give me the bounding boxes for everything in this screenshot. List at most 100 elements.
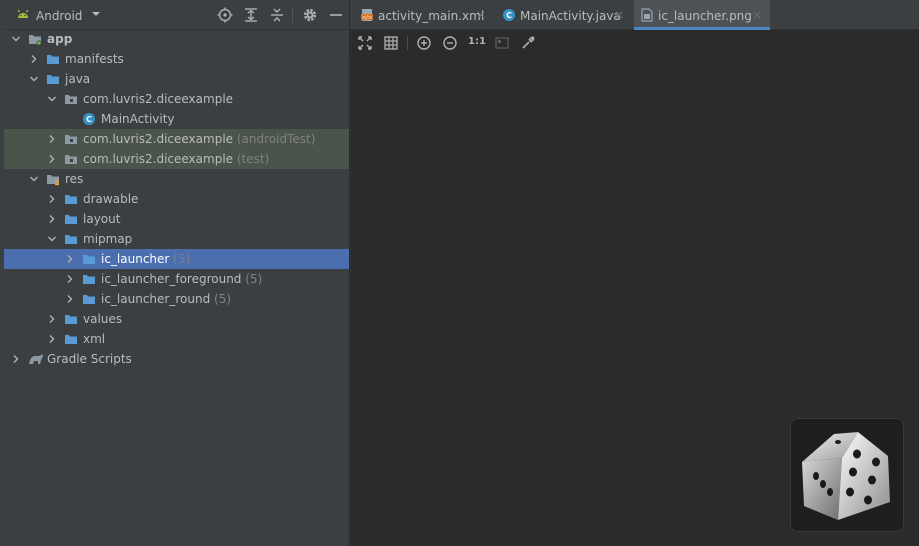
- chevron-right-icon[interactable]: [46, 313, 58, 325]
- actual-size-button[interactable]: 1:1: [468, 36, 486, 47]
- chevron-down-icon[interactable]: [46, 93, 58, 105]
- tab-label: activity_main.xml: [378, 9, 485, 23]
- tree-node-ic-launcher-foreground[interactable]: ic_launcher_foreground (5): [4, 269, 349, 289]
- tree-node-mipmap[interactable]: mipmap: [4, 229, 349, 249]
- tree-node-label: manifests: [65, 52, 124, 66]
- hide-panel-icon[interactable]: [328, 7, 344, 23]
- editor-tab-bar: </> activity_main.xml × C MainActivity.java ×…: [350, 0, 919, 30]
- tree-node-com-luvris2-diceexample[interactable]: com.luvris2.diceexample (test): [4, 149, 349, 169]
- collapse-all-icon[interactable]: [269, 7, 285, 23]
- chevron-right-icon[interactable]: [10, 353, 22, 365]
- chevron-right-icon[interactable]: [46, 153, 58, 165]
- tree-node-label: Gradle Scripts: [47, 352, 132, 366]
- res-folder-icon: [46, 172, 60, 186]
- close-icon[interactable]: ×: [752, 8, 762, 22]
- project-panel-header: Android: [4, 0, 349, 30]
- view-mode-selector[interactable]: Android: [36, 9, 82, 23]
- grid-icon[interactable]: [383, 35, 399, 51]
- zoom-out-icon[interactable]: [442, 35, 458, 51]
- close-icon[interactable]: ×: [614, 8, 624, 22]
- tree-node-drawable[interactable]: drawable: [4, 189, 349, 209]
- tree-node-suffix: (androidTest): [233, 132, 316, 146]
- folder-icon: [64, 212, 78, 226]
- svg-text:</>: </>: [362, 15, 372, 21]
- image-file-icon: [640, 8, 654, 25]
- zoom-in-icon[interactable]: [416, 35, 432, 51]
- package-icon: [64, 92, 78, 106]
- editor-tab-ic-launcher-png[interactable]: ic_launcher.png ×: [634, 0, 770, 30]
- tree-node-suffix: (5): [169, 252, 191, 266]
- panel-splitter[interactable]: [349, 0, 351, 546]
- package-icon: [64, 132, 78, 146]
- chevron-right-icon[interactable]: [46, 193, 58, 205]
- tab-label: ic_launcher.png: [658, 9, 752, 23]
- tree-node-ic-launcher-round[interactable]: ic_launcher_round (5): [4, 289, 349, 309]
- image-editor-toolbar: 1:1: [350, 31, 919, 55]
- folder-icon: [82, 272, 96, 286]
- tree-node-app[interactable]: app: [4, 29, 349, 49]
- chevron-right-icon[interactable]: [28, 53, 40, 65]
- chevron-right-icon[interactable]: [46, 333, 58, 345]
- gear-icon[interactable]: [302, 7, 318, 23]
- tree-node-com-luvris2-diceexample[interactable]: com.luvris2.diceexample (androidTest): [4, 129, 349, 149]
- project-panel: Android app manifests java com.luvris2.d…: [4, 0, 349, 546]
- tree-node-res[interactable]: res: [4, 169, 349, 189]
- tree-node-manifests[interactable]: manifests: [4, 49, 349, 69]
- color-picker-icon[interactable]: [520, 35, 536, 51]
- chevron-down-icon[interactable]: [28, 73, 40, 85]
- tree-node-label: com.luvris2.diceexample (test): [83, 152, 270, 166]
- select-opened-file-icon[interactable]: [217, 7, 233, 23]
- tree-node-com-luvris2-diceexample[interactable]: com.luvris2.diceexample: [4, 89, 349, 109]
- chevron-right-icon[interactable]: [46, 213, 58, 225]
- tree-node-label: app: [47, 32, 73, 46]
- tab-label: MainActivity.java: [520, 9, 621, 23]
- tree-node-ic-launcher[interactable]: ic_launcher (5): [4, 249, 349, 269]
- tree-node-label: drawable: [83, 192, 139, 206]
- zoom-to-fit-icon[interactable]: [357, 35, 373, 51]
- project-tree: app manifests java com.luvris2.diceexample C…: [4, 29, 349, 369]
- close-icon[interactable]: ×: [476, 8, 486, 22]
- chevron-right-icon[interactable]: [64, 253, 76, 265]
- folder-icon: [64, 232, 78, 246]
- android-icon: [17, 9, 29, 18]
- folder-icon: [64, 312, 78, 326]
- folder-icon: [46, 72, 60, 86]
- folder-icon: [82, 292, 96, 306]
- chevron-right-icon[interactable]: [46, 133, 58, 145]
- chevron-down-icon[interactable]: [28, 173, 40, 185]
- tree-node-layout[interactable]: layout: [4, 209, 349, 229]
- editor-tab-activity-main-xml[interactable]: </> activity_main.xml ×: [354, 0, 494, 30]
- tree-node-label: java: [65, 72, 91, 86]
- tree-node-gradle-scripts[interactable]: Gradle Scripts: [4, 349, 349, 369]
- folder-icon: [82, 252, 96, 266]
- java-class-icon: C: [82, 112, 96, 126]
- tree-node-mainactivity[interactable]: C MainActivity: [4, 109, 349, 129]
- toolbar-divider: [407, 36, 408, 50]
- chevron-down-icon[interactable]: [90, 8, 102, 20]
- tree-node-label: ic_launcher_round (5): [101, 292, 232, 306]
- chevron-right-icon[interactable]: [64, 273, 76, 285]
- editor-tab-mainactivity-java[interactable]: C MainActivity.java ×: [496, 0, 632, 30]
- chevron-down-icon[interactable]: [10, 33, 22, 45]
- folder-icon: [46, 52, 60, 66]
- xml-file-icon: </>: [360, 8, 374, 25]
- tree-node-label: layout: [83, 212, 121, 226]
- tree-node-label: MainActivity: [101, 112, 175, 126]
- package-icon: [64, 152, 78, 166]
- chessboard-background-icon[interactable]: [494, 35, 510, 51]
- tree-node-label: com.luvris2.diceexample: [83, 92, 234, 106]
- dice-icon: [802, 432, 890, 520]
- svg-text:C: C: [86, 115, 92, 124]
- folder-icon: [64, 192, 78, 206]
- tree-node-label: mipmap: [83, 232, 133, 246]
- chevron-right-icon[interactable]: [64, 293, 76, 305]
- expand-all-icon[interactable]: [243, 7, 259, 23]
- tree-node-label: ic_launcher (5): [101, 252, 191, 266]
- tree-node-java[interactable]: java: [4, 69, 349, 89]
- chevron-down-icon[interactable]: [46, 233, 58, 245]
- ic-launcher-image-preview: [790, 418, 904, 532]
- tree-node-xml[interactable]: xml: [4, 329, 349, 349]
- tree-node-values[interactable]: values: [4, 309, 349, 329]
- gradle-icon: [28, 352, 43, 366]
- svg-text:C: C: [506, 11, 512, 20]
